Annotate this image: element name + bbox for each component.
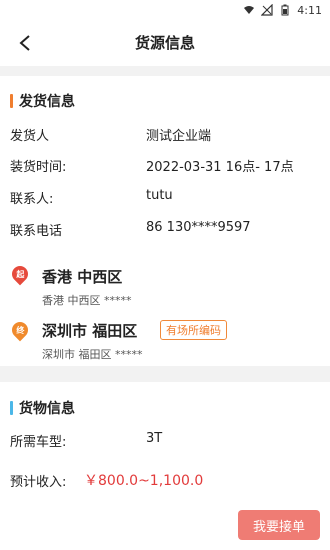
battery-icon (281, 4, 289, 16)
wifi-icon (244, 6, 255, 14)
phone-value[interactable]: 86 130****9597 (146, 220, 251, 238)
cargo-section-label: 货物信息 (19, 401, 75, 417)
vehicle-type-value: 3T (146, 431, 163, 446)
signal-off-icon (261, 4, 273, 16)
page-title: 货源信息 (134, 34, 195, 52)
shipping-section-title: 发货信息 (10, 91, 75, 111)
income-value: ￥800.0~1,100.0 (84, 473, 204, 489)
status-time: 4:11 (297, 3, 322, 17)
phone-label: 联系电话 (10, 224, 63, 239)
origin-title: 香港 中西区 (42, 268, 123, 286)
load-time-value: 2022-03-31 16点- 17点 (146, 160, 294, 175)
load-time-label: 装货时间: (10, 160, 67, 175)
shipping-section-label: 发货信息 (19, 94, 75, 110)
destination-address: 深圳市 福田区 ***** (42, 348, 143, 361)
header-bar: 货源信息 (0, 20, 330, 66)
income-label: 预计收入: (10, 475, 67, 490)
contact-label: 联系人: (10, 192, 54, 207)
contact-value: tutu (146, 188, 173, 203)
status-icons: 4:11 (243, 2, 322, 18)
status-bar: 4:11 (0, 0, 330, 20)
section-accent-bar (10, 94, 13, 108)
destination-pin-label: 终 (16, 325, 24, 335)
destination-title: 深圳市 福田区 (42, 322, 138, 340)
section-accent-bar (10, 401, 13, 415)
origin-pin-label: 起 (16, 269, 24, 279)
shipper-label: 发货人 (10, 129, 50, 144)
origin-address: 香港 中西区 ***** (42, 294, 132, 307)
accept-order-button[interactable]: 我要接单 (238, 510, 320, 540)
cargo-section-title: 货物信息 (10, 398, 75, 418)
shipper-value: 测试企业端 (146, 129, 212, 144)
site-code-badge[interactable]: 有场所编码 (160, 320, 227, 340)
vehicle-type-label: 所需车型: (10, 435, 67, 450)
